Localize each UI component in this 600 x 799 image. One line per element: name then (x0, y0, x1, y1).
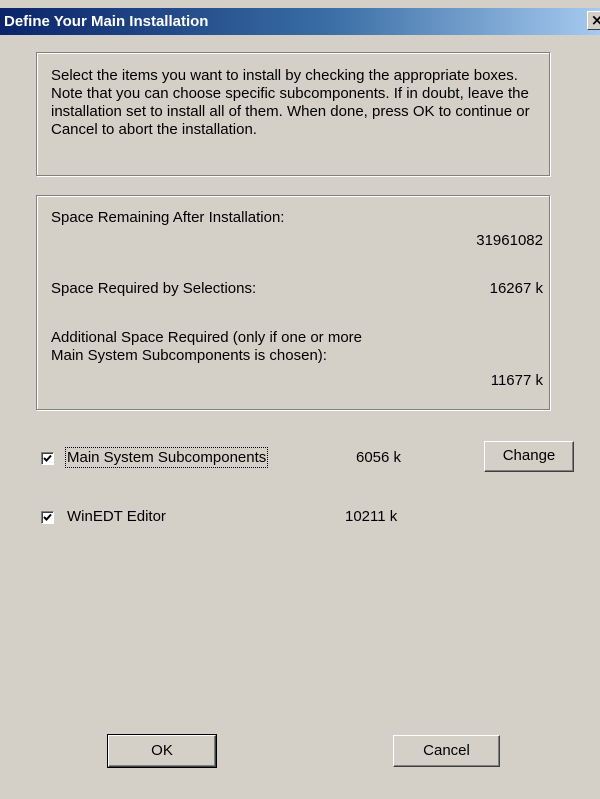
winedt-editor-checkbox[interactable] (41, 511, 54, 524)
ok-button-label: OK (151, 742, 173, 759)
main-system-subcomponents-label[interactable]: Main System Subcomponents (64, 447, 269, 468)
space-required-label: Space Required by Selections: (51, 280, 257, 297)
additional-space-label-line2: Main System Subcomponents is chosen): (51, 347, 327, 364)
instructions-text: Select the items you want to install by … (51, 67, 530, 138)
space-remaining-label: Space Remaining After Installation: (51, 209, 285, 226)
main-system-subcomponents-checkbox[interactable] (41, 452, 54, 465)
space-remaining-value: 31961082 (476, 232, 543, 249)
checkmark-icon (43, 454, 52, 462)
winedt-editor-label[interactable]: WinEDT Editor (67, 508, 166, 525)
close-button[interactable]: × (587, 11, 600, 30)
instructions-panel: Select the items you want to install by … (36, 52, 550, 176)
title-bar: Define Your Main Installation × (0, 8, 600, 35)
close-icon: × (590, 11, 600, 29)
change-button[interactable]: Change (484, 441, 574, 472)
space-required-value: 16267 k (489, 280, 543, 297)
window-title: Define Your Main Installation (4, 13, 209, 30)
additional-space-label-line1: Additional Space Required (only if one o… (51, 329, 363, 346)
cancel-button-label: Cancel (423, 742, 470, 759)
winedt-editor-size: 10211 k (345, 508, 398, 525)
cancel-button[interactable]: Cancel (393, 735, 500, 767)
checkmark-icon (43, 513, 52, 521)
ok-button[interactable]: OK (107, 734, 217, 768)
main-system-subcomponents-size: 6056 k (356, 449, 402, 466)
space-info-panel: Space Remaining After Installation: 3196… (36, 195, 550, 410)
additional-space-value: 11677 k (490, 372, 543, 389)
installer-dialog: Define Your Main Installation × Select t… (0, 0, 600, 799)
change-button-label: Change (502, 447, 556, 464)
